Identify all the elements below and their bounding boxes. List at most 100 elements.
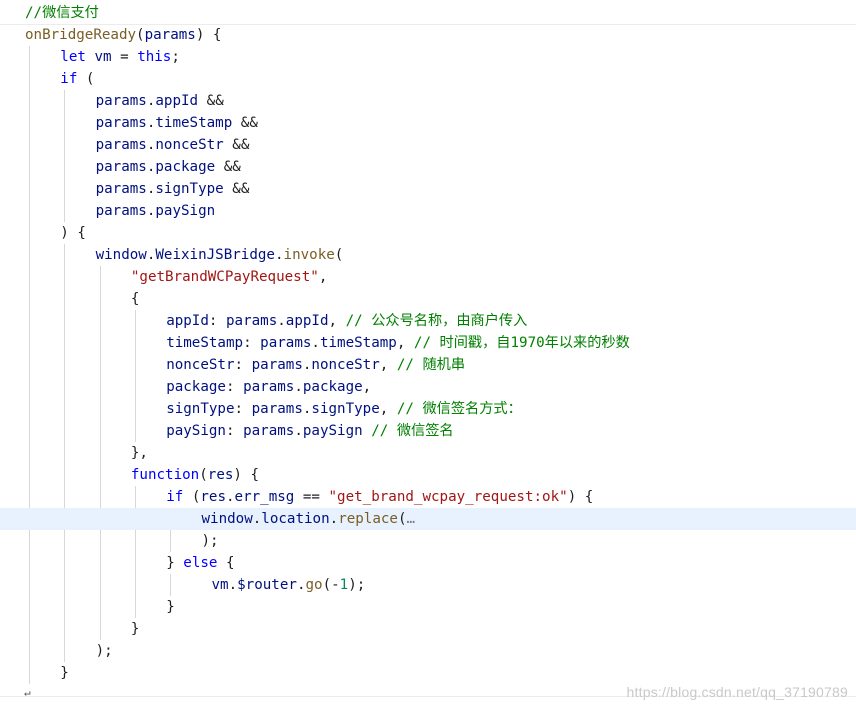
code-token-punct: ) { — [567, 489, 594, 505]
code-token-punct: ( — [397, 511, 407, 527]
code-token-punct: ) { — [60, 225, 86, 241]
code-token-punct: } — [166, 599, 175, 615]
code-token-string: "get_brand_wcpay_request:ok" — [328, 489, 568, 505]
code-line: let vm = this; — [0, 46, 856, 68]
code-token-punct: ( — [77, 71, 95, 87]
code-token-ident: window — [201, 511, 253, 527]
code-token-punct: && — [232, 115, 258, 131]
code-token-punct: ( — [136, 27, 145, 43]
code-token-comment: //微信支付 — [25, 5, 99, 21]
code-token-ident: appId — [285, 313, 329, 329]
code-line: if (res.err_msg == "get_brand_wcpay_requ… — [0, 486, 856, 508]
code-token-ident: paySign — [166, 423, 226, 439]
code-token-ident: paySign — [302, 423, 363, 439]
fold-marker-icon[interactable]: ↵ — [24, 687, 31, 698]
code-line: paySign: params.paySign // 微信签名 — [0, 420, 856, 442]
code-token-punct: : — [225, 423, 244, 439]
code-token-ident: appId — [166, 313, 209, 329]
code-token-punct: { — [130, 291, 140, 307]
code-token-punct: . — [294, 423, 303, 439]
code-token-comment: // 微信签名 — [371, 423, 454, 439]
code-token-ident: timeStamp — [319, 335, 397, 351]
code-token-ident: package — [302, 379, 363, 395]
code-token-punct: } — [130, 621, 140, 637]
code-line: ); — [0, 530, 856, 552]
code-editor[interactable]: //微信支付 onBridgeReady(params) {let vm = th… — [0, 0, 856, 709]
code-token-comment: // 随机串 — [396, 357, 466, 373]
code-token-punct: ( — [334, 247, 344, 263]
code-token-punct: { — [217, 555, 235, 571]
code-token-comment: // 时间戳，自1970年以来的秒数 — [413, 335, 630, 351]
code-token-punct: , — [318, 269, 328, 285]
code-token-ident: params — [243, 379, 295, 395]
code-line: params.nonceStr && — [0, 134, 856, 156]
code-line: window.location.replace(… — [0, 508, 856, 530]
code-token-keyword: this — [137, 49, 172, 65]
code-token-ident: nonceStr — [166, 357, 235, 373]
code-line: } — [0, 662, 856, 684]
code-token-ident: location — [261, 511, 330, 527]
code-line: params.appId && — [0, 90, 856, 112]
code-token-func: onBridgeReady — [25, 27, 137, 43]
code-token-ident: err_msg — [234, 489, 295, 505]
code-token-punct: } — [60, 665, 69, 681]
code-token-punct: . — [329, 511, 339, 527]
code-token-punct: : — [234, 357, 252, 373]
code-token-ident: signType — [311, 401, 380, 417]
code-token-keyword: if — [166, 489, 184, 505]
code-token-ident: params — [144, 27, 196, 43]
watermark: https://blog.csdn.net/qq_37190789 — [626, 684, 848, 700]
code-line: } — [0, 618, 856, 640]
code-token-ident: package — [155, 159, 216, 175]
code-token-punct: } — [166, 555, 184, 571]
code-token-punct: && — [198, 93, 224, 109]
code-token-ident: res — [200, 489, 226, 505]
code-token-ident: signType — [166, 401, 235, 417]
code-token-punct: && — [223, 137, 250, 153]
code-token-func: invoke — [283, 247, 335, 263]
code-token-ident: params — [251, 401, 303, 417]
code-line: } — [0, 596, 856, 618]
code-token-punct: . — [277, 313, 286, 329]
code-token-punct: . — [226, 489, 235, 505]
code-line: package: params.package, — [0, 376, 856, 398]
code-token-punct: , — [379, 357, 397, 373]
code-line: //微信支付 — [0, 2, 856, 24]
code-token-keyword: else — [183, 555, 218, 571]
code-line: if ( — [0, 68, 856, 90]
code-line: appId: params.appId, // 公众号名称，由商户传入 — [0, 310, 856, 332]
code-line: "getBrandWCPayRequest", — [0, 266, 856, 288]
code-token-punct — [363, 423, 372, 439]
code-token-punct: : — [243, 335, 261, 351]
code-line: }, — [0, 442, 856, 464]
code-token-punct: . — [311, 335, 320, 351]
code-line: { — [0, 288, 856, 310]
code-token-ident: params — [251, 357, 303, 373]
code-token-punct: , — [328, 313, 346, 329]
code-line: timeStamp: params.timeStamp, // 时间戳，自197… — [0, 332, 856, 354]
code-token-ellipsis: … — [406, 511, 416, 527]
code-token-func: replace — [338, 511, 398, 527]
code-token-ident: signType — [155, 181, 224, 197]
code-token-punct: . — [294, 379, 303, 395]
code-token-string: "getBrandWCPayRequest" — [130, 269, 319, 285]
code-token-punct: : — [208, 313, 226, 329]
code-token-punct: : — [225, 379, 244, 395]
code-token-punct: . — [228, 577, 238, 593]
code-line: onBridgeReady(params) { — [0, 24, 856, 46]
code-token-comment: // 微信签名方式： — [396, 401, 522, 417]
code-token-ident: params — [260, 335, 312, 351]
code-token-ident: res — [207, 467, 234, 483]
code-line: ) { — [0, 222, 856, 244]
code-line: window.WeixinJSBridge.invoke( — [0, 244, 856, 266]
code-token-punct: ( — [183, 489, 201, 505]
code-token-ident: package — [166, 379, 226, 395]
code-line: params.timeStamp && — [0, 112, 856, 134]
code-line: params.paySign — [0, 200, 856, 222]
code-token-punct: == — [294, 489, 329, 505]
code-token-ident: params — [95, 181, 147, 197]
code-line: function(res) { — [0, 464, 856, 486]
code-token-punct: }, — [130, 445, 148, 461]
code-token-ident: params — [95, 159, 147, 175]
code-token-punct: , — [362, 379, 372, 395]
